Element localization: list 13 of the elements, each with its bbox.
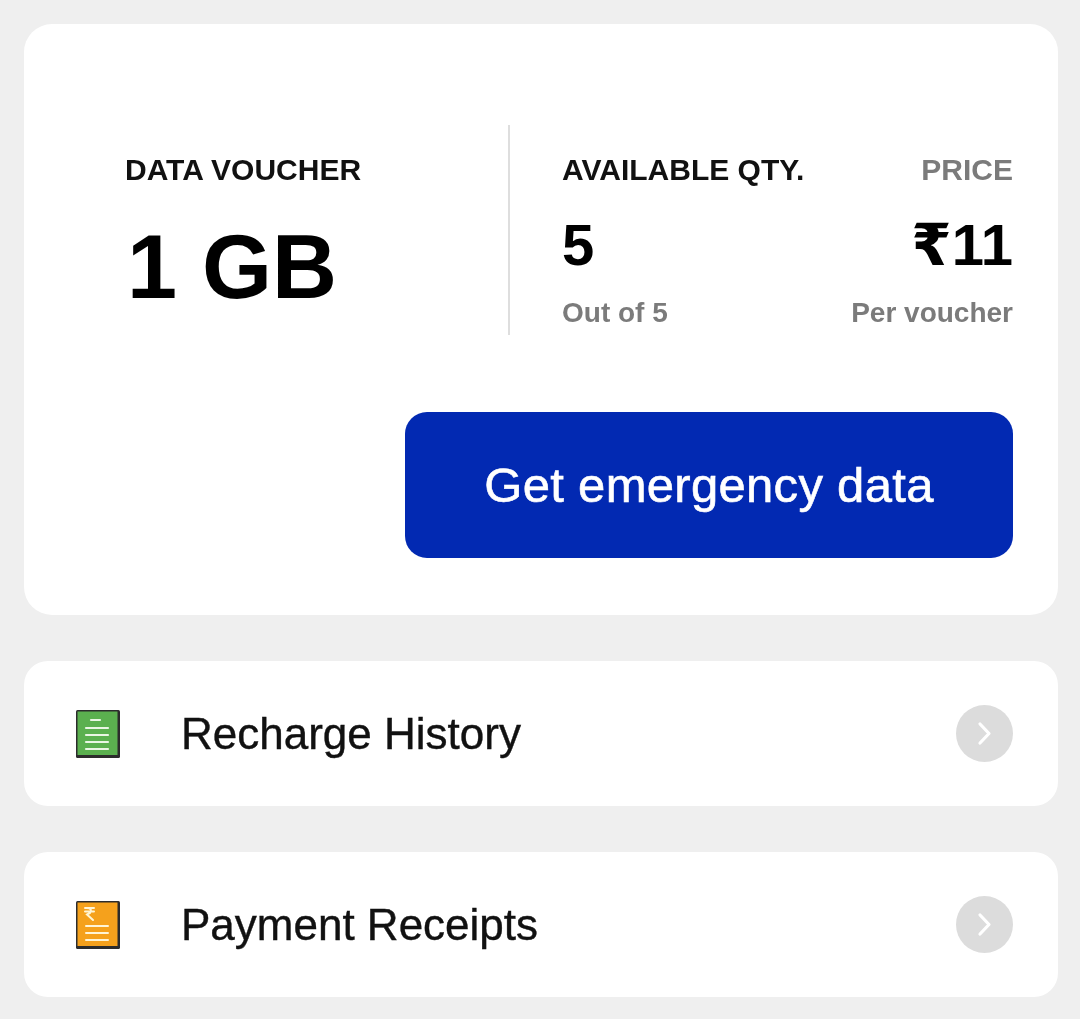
chevron-right-icon — [956, 705, 1013, 762]
price-label: PRICE — [921, 153, 1013, 187]
quantity-label: AVAILABLE QTY. — [562, 153, 805, 187]
quantity-value: 5 — [562, 214, 595, 276]
quantity-note: Out of 5 — [562, 296, 668, 330]
menu-item[interactable]: Recharge History — [24, 661, 1058, 806]
price-value: ₹11 — [911, 214, 1013, 276]
get-emergency-data-button[interactable]: Get emergency data — [405, 412, 1013, 558]
menu-item[interactable]: Payment Receipts — [24, 852, 1058, 997]
price-note: Per voucher — [851, 296, 1013, 330]
voucher-value: 1 GB — [127, 219, 339, 315]
chevron-right-icon — [956, 896, 1013, 953]
voucher-label: DATA VOUCHER — [125, 153, 363, 187]
